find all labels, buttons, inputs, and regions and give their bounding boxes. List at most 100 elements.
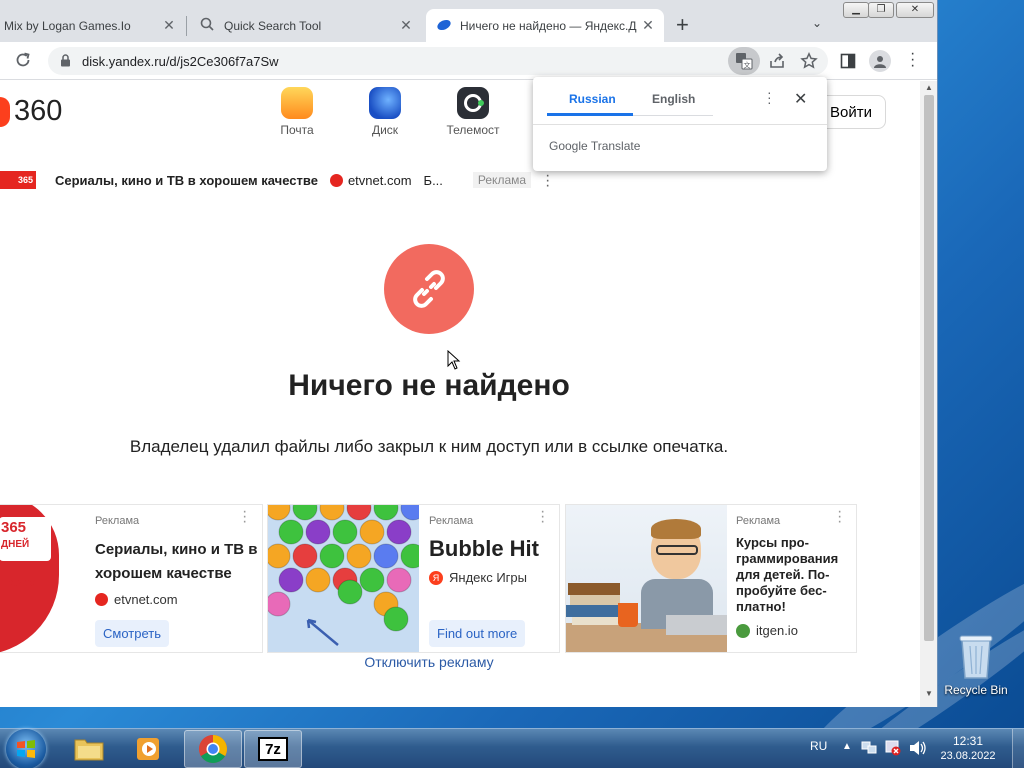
recycle-bin-icon (959, 635, 993, 679)
logo-text: 360 (14, 95, 63, 127)
ad-card-bubble-hit[interactable]: Реклама · · · Bubble Hit Я Яндекс Игры Fin… (267, 504, 560, 653)
minimize-button[interactable]: ▁ (843, 2, 869, 18)
svg-text:文: 文 (744, 61, 751, 70)
ad-domain: etvnet.com (95, 592, 178, 607)
ad-title: Курсы про-граммирования для детей. По-пр… (736, 535, 839, 614)
ad-image-etvnet: 365 ДНЕЙ etvnet (0, 505, 61, 652)
share-icon[interactable] (768, 52, 786, 75)
translate-page-icon[interactable]: 文 (728, 47, 760, 75)
translate-popup: Russian English · · · ✕ Google Translate (533, 77, 827, 171)
taskbar-explorer[interactable] (60, 730, 118, 768)
ad-domain: Я Яндекс Игры (429, 570, 527, 585)
yandex-games-icon: Я (429, 570, 443, 585)
ad-menu-icon[interactable]: · · · (540, 505, 545, 530)
recycle-bin-label: Recycle Bin (944, 683, 1008, 697)
ad-strip[interactable]: 365 Сериалы, кино и ТВ в хорошем качеств… (0, 167, 580, 193)
scroll-down-icon[interactable]: ▼ (925, 689, 933, 698)
network-icon[interactable] (861, 741, 877, 760)
disable-ads-link[interactable]: Отключить рекламу (0, 654, 858, 670)
translate-tab-indicator (547, 113, 633, 116)
seven-zip-icon: 7z (258, 737, 288, 761)
close-icon[interactable]: ✕ (794, 89, 807, 109)
tab-quick-search[interactable]: Quick Search Tool ✕ (192, 9, 422, 42)
mouse-cursor-icon (447, 350, 461, 370)
show-hidden-icons-icon[interactable]: ▲ (842, 741, 852, 752)
service-disk[interactable]: Диск (350, 87, 420, 137)
folder-icon (74, 739, 104, 761)
etvnet-icon (329, 173, 343, 187)
tab-yandex-disk[interactable]: Ничего не найдено — Яндекс.Д ✕ (426, 9, 664, 42)
tab-strip: Mix by Logan Games.Io ✕ Quick Search Too… (0, 0, 937, 42)
tab-search-chevron-down-icon[interactable]: ⌄ (812, 16, 822, 30)
service-telemost[interactable]: Телемост (438, 87, 508, 137)
profile-avatar-icon[interactable] (869, 50, 891, 72)
tab-title: Quick Search Tool (224, 18, 322, 33)
ad-strip-more: Б... (423, 172, 443, 188)
translate-options-icon[interactable]: · · · (767, 85, 772, 109)
address-bar[interactable]: disk.yandex.ru/d/js2Ce306f7a7Sw 文 (48, 47, 828, 75)
lock-icon[interactable] (60, 54, 71, 72)
ad-label: Реклама (429, 515, 474, 527)
ad-card-etvnet[interactable]: 365 ДНЕЙ etvnet Реклама · · · Сериалы, кин… (0, 504, 263, 653)
new-tab-button[interactable]: + (676, 13, 689, 37)
ad-domain: itgen.io (736, 623, 798, 638)
google-translate-brand: Google Translate (549, 139, 641, 153)
start-button[interactable] (6, 729, 46, 768)
close-tab-icon[interactable]: ✕ (161, 17, 177, 34)
clock-date: 23.08.2022 (940, 750, 996, 762)
side-panel-icon[interactable] (840, 53, 856, 74)
ad-cta-button[interactable]: Смотреть (95, 620, 169, 647)
tab-separator (186, 16, 187, 36)
windows-logo-icon (17, 740, 35, 758)
action-center-warning-icon[interactable] (885, 740, 901, 761)
ad-image-bubbles (268, 505, 426, 652)
ad-title: Сериалы, кино и ТВ в хорошем качестве (95, 541, 258, 582)
url-text: disk.yandex.ru/d/js2Ce306f7a7Sw (82, 54, 279, 69)
ad-cta-button[interactable]: Find out more (429, 620, 526, 647)
clock[interactable]: 12:31 23.08.2022 (936, 734, 1000, 764)
ad-menu-icon[interactable]: · · · (242, 505, 247, 530)
reload-icon[interactable] (14, 51, 32, 74)
ad-title: Bubble Hit (429, 536, 539, 561)
browser-menu-icon[interactable]: · · · (910, 46, 915, 74)
tab-mix-logan[interactable]: Mix by Logan Games.Io ✕ (0, 9, 185, 42)
ad-strip-domain: etvnet.com (347, 172, 412, 188)
disk-icon (369, 87, 401, 119)
taskbar: 7z RU ▲ 12:31 23.08.2022 (0, 728, 1024, 768)
volume-icon[interactable] (909, 740, 927, 761)
browser-toolbar: disk.yandex.ru/d/js2Ce306f7a7Sw 文 · · · (0, 42, 937, 80)
chrome-icon (199, 735, 227, 763)
ad-strip-text: Сериалы, кино и ТВ в хорошем качестве (55, 172, 318, 188)
yandex-disk-favicon-icon (436, 17, 452, 34)
service-mail[interactable]: Почта (262, 87, 332, 137)
taskbar-chrome[interactable] (184, 730, 242, 768)
ad-image-brand: etvnet (7, 577, 40, 589)
scrollbar-thumb[interactable] (924, 95, 934, 641)
show-desktop-button[interactable] (1012, 729, 1024, 768)
translate-tab-english[interactable]: English (652, 92, 695, 106)
close-tab-icon[interactable]: ✕ (640, 17, 656, 34)
service-label: Почта (280, 123, 314, 137)
taskbar-media-player[interactable] (120, 730, 178, 768)
search-icon (200, 17, 216, 34)
ad-image-badge-sub: ДНЕЙ (1, 539, 30, 550)
tab-title: Ничего не найдено — Яндекс.Д (460, 18, 637, 33)
translate-tab-russian[interactable]: Russian (569, 92, 616, 106)
ad-card-itgen[interactable]: Реклама · · · Курсы про-граммирования для … (565, 504, 857, 653)
bookmark-star-icon[interactable] (800, 51, 818, 75)
ad-domain-text: itgen.io (756, 623, 798, 638)
media-player-icon (137, 738, 159, 760)
ad-strip-menu-icon[interactable]: · · · (545, 167, 550, 193)
scroll-up-icon[interactable]: ▲ (925, 83, 933, 92)
recycle-bin[interactable]: Recycle Bin (944, 632, 1008, 697)
close-tab-icon[interactable]: ✕ (398, 17, 414, 34)
yandex-360-logo[interactable]: 360 (0, 95, 62, 128)
ad-label: Реклама (736, 515, 781, 527)
close-window-button[interactable]: ✕ (896, 2, 934, 18)
vertical-scrollbar[interactable]: ▲ ▼ (920, 81, 937, 707)
ad-menu-icon[interactable]: · · · (837, 505, 842, 530)
maximize-button[interactable]: ❐ (868, 2, 894, 18)
language-indicator[interactable]: RU (810, 739, 827, 753)
clock-time: 12:31 (952, 734, 984, 748)
taskbar-7zip[interactable]: 7z (244, 730, 302, 768)
